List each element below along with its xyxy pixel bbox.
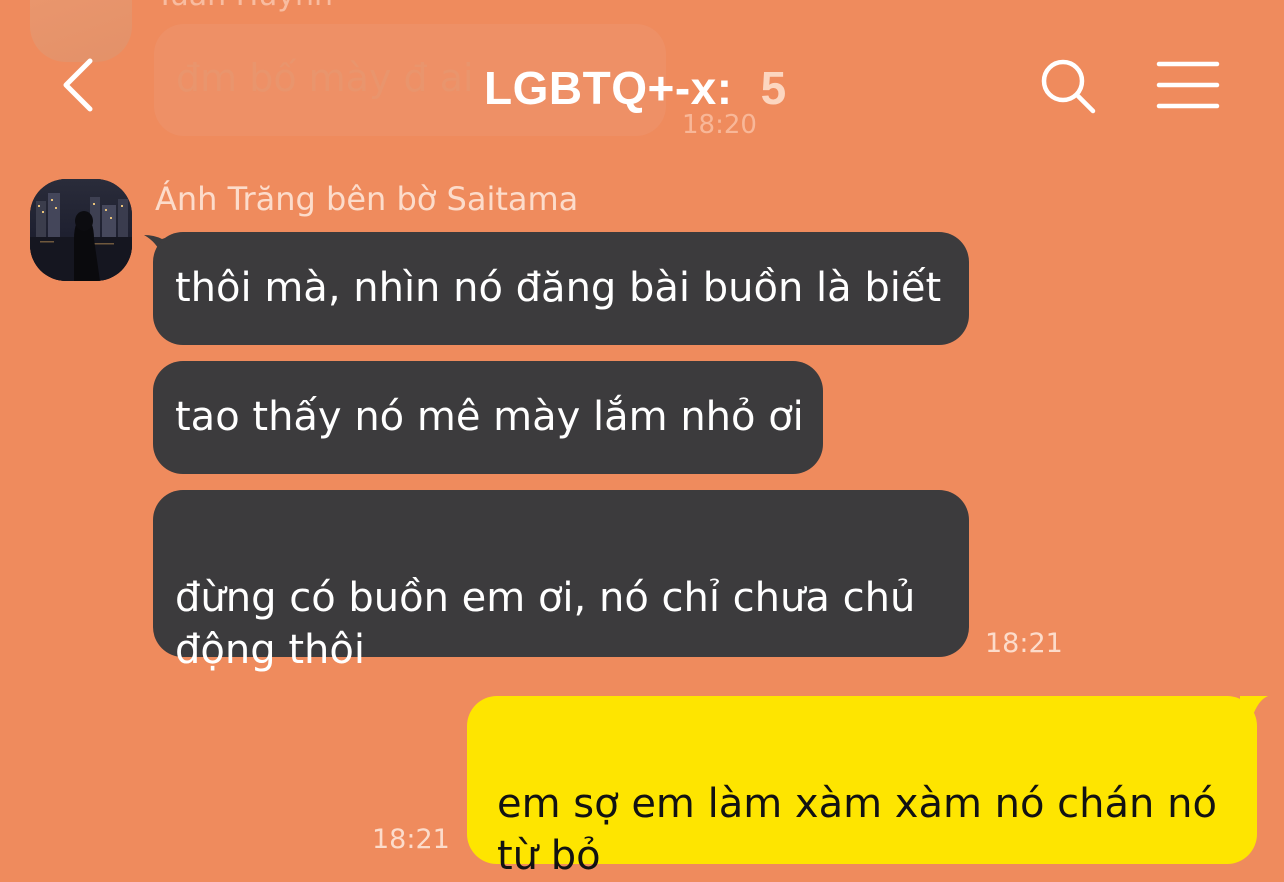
message-text: tao thấy nó mê mày lắm nhỏ ơi: [175, 394, 804, 440]
previous-sender-avatar[interactable]: [30, 0, 132, 62]
chat-title: LGBTQ+-x:: [484, 62, 733, 114]
chat-title-group[interactable]: LGBTQ+-x: 5: [484, 58, 786, 118]
member-count: 5: [760, 62, 787, 114]
search-icon: [1041, 59, 1096, 114]
outgoing-message-time: 18:21: [372, 824, 450, 855]
outgoing-message-bubble[interactable]: em sợ em làm xàm xàm nó chán nó từ bỏ: [467, 696, 1257, 879]
incoming-message-bubble[interactable]: tao thấy nó mê mày lắm nhỏ ơi: [153, 361, 823, 474]
chevron-left-icon: [63, 58, 93, 112]
previous-sender-name: Tuấn Huỳnh: [156, 0, 333, 13]
message-text: em sợ em làm xàm xàm nó chán nó từ bỏ: [497, 781, 1217, 879]
incoming-message-bubble[interactable]: đừng có buồn em ơi, nó chỉ chưa chủ động…: [153, 490, 969, 673]
incoming-message-time: 18:21: [985, 628, 1063, 659]
night-city-photo: [30, 179, 132, 281]
hamburger-menu-icon: [1156, 61, 1220, 109]
sender-name: Ánh Trăng bên bờ Saitama: [155, 180, 579, 218]
menu-button[interactable]: [1156, 60, 1220, 110]
incoming-message-bubble[interactable]: thôi mà, nhìn nó đăng bài buồn là biết: [153, 232, 969, 345]
sender-avatar[interactable]: [30, 179, 132, 281]
search-button[interactable]: [1038, 56, 1098, 116]
message-text: đừng có buồn em ơi, nó chỉ chưa chủ động…: [175, 575, 916, 673]
message-text: thôi mà, nhìn nó đăng bài buồn là biết: [175, 265, 942, 311]
previous-message-text: đm bố mày đ ai: [176, 56, 474, 100]
back-button[interactable]: [52, 55, 112, 115]
